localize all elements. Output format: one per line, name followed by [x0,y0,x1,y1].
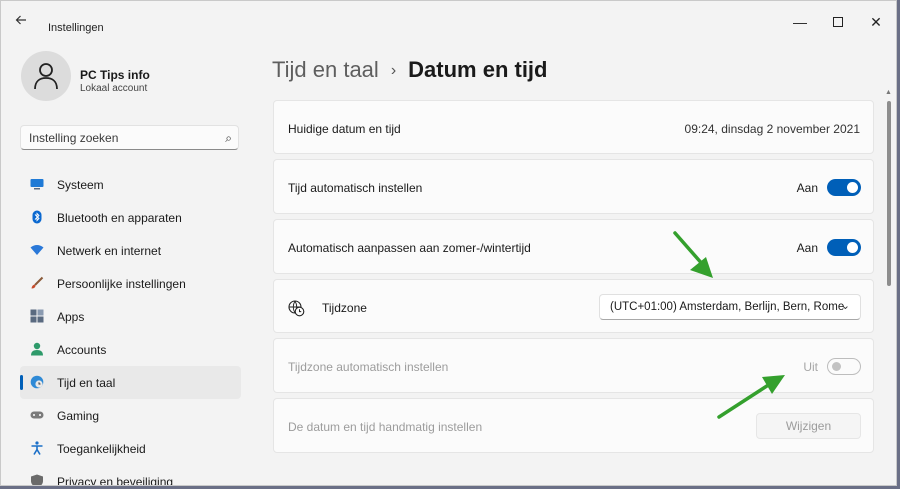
settings-window: Instellingen — ✕ PC Tips info Lokaal acc… [0,0,897,486]
annotation-arrows [673,231,785,419]
annotation-arrow-timezone [673,231,713,278]
annotation-arrow-auto-timezone [717,375,785,419]
